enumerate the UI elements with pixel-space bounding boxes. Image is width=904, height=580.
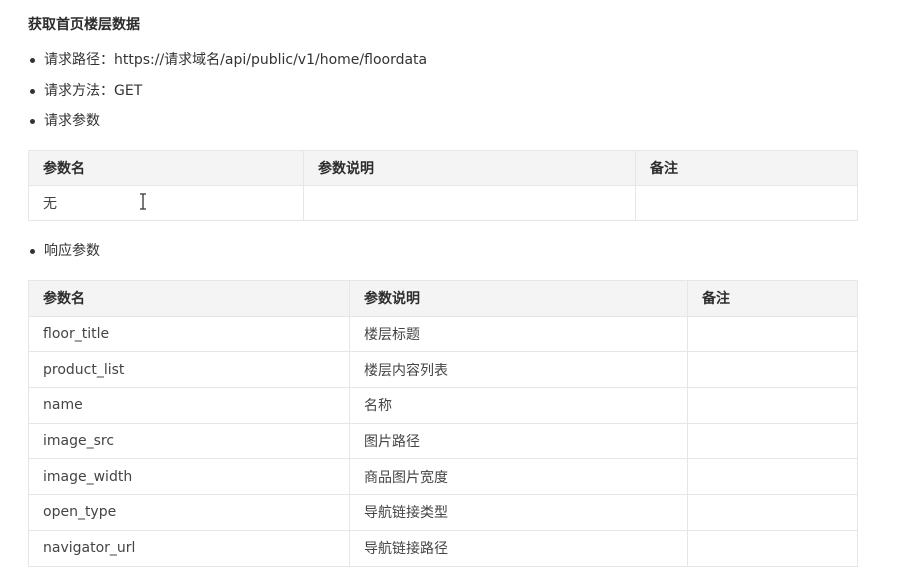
response-params-item: 响应参数 — [30, 243, 100, 259]
column-header-param-name: 参数名 — [28, 150, 304, 186]
table-cell[interactable]: 楼层标题 — [349, 315, 688, 353]
request-params-table: 参数名 参数说明 备注 无 — [28, 150, 858, 221]
column-header-param-name: 参数名 — [28, 280, 350, 317]
table-cell[interactable] — [303, 185, 636, 221]
table-cell[interactable]: 名称 — [349, 387, 688, 424]
table-cell[interactable] — [687, 387, 858, 424]
table-row: navigator_url 导航链接路径 — [28, 529, 858, 567]
column-header-note: 备注 — [635, 150, 858, 186]
response-params-table: 参数名 参数说明 备注 floor_title 楼层标题 product_lis… — [28, 280, 858, 567]
table-cell[interactable]: open_type — [28, 494, 350, 531]
table-cell[interactable]: image_src — [28, 422, 350, 460]
table-cell[interactable] — [687, 422, 858, 460]
table-cell[interactable] — [635, 185, 858, 221]
request-params-item: 请求参数 — [30, 113, 100, 129]
table-cell[interactable]: product_list — [28, 351, 350, 389]
table-cell[interactable]: 导航链接路径 — [349, 529, 688, 567]
table-cell[interactable]: 导航链接类型 — [349, 494, 688, 531]
column-header-note: 备注 — [687, 280, 858, 317]
table-row: 无 — [28, 185, 858, 221]
api-doc-page: 获取首页楼层数据 请求路径：https://请求域名/api/public/v1… — [0, 0, 904, 580]
request-method-item: 请求方法：GET — [29, 83, 143, 99]
table-cell[interactable]: 无 — [28, 185, 304, 221]
table-header-row: 参数名 参数说明 备注 — [28, 280, 858, 317]
column-header-param-desc: 参数说明 — [303, 150, 636, 186]
table-row: floor_title 楼层标题 — [28, 315, 858, 353]
table-row: product_list 楼层内容列表 — [28, 351, 858, 389]
table-cell[interactable] — [687, 529, 858, 567]
table-cell[interactable]: name — [28, 387, 350, 424]
table-row: name 名称 — [28, 387, 858, 424]
text-cursor-icon — [140, 193, 146, 210]
table-cell[interactable]: navigator_url — [28, 529, 350, 567]
table-cell[interactable]: 图片路径 — [349, 422, 688, 460]
table-row: image_width 商品图片宽度 — [28, 458, 858, 496]
table-header-row: 参数名 参数说明 备注 — [28, 150, 858, 186]
table-row: open_type 导航链接类型 — [28, 494, 858, 531]
table-cell[interactable] — [687, 494, 858, 531]
column-header-param-desc: 参数说明 — [349, 280, 688, 317]
table-cell[interactable] — [687, 458, 858, 496]
table-cell[interactable]: 楼层内容列表 — [349, 351, 688, 389]
table-cell[interactable]: image_width — [28, 458, 350, 496]
table-cell[interactable] — [687, 351, 858, 389]
page-title: 获取首页楼层数据 — [28, 17, 140, 33]
request-url-item: 请求路径：https://请求域名/api/public/v1/home/flo… — [29, 52, 428, 68]
table-cell[interactable]: floor_title — [28, 315, 350, 353]
table-cell[interactable] — [687, 315, 858, 353]
table-row: image_src 图片路径 — [28, 422, 858, 460]
table-cell[interactable]: 商品图片宽度 — [349, 458, 688, 496]
